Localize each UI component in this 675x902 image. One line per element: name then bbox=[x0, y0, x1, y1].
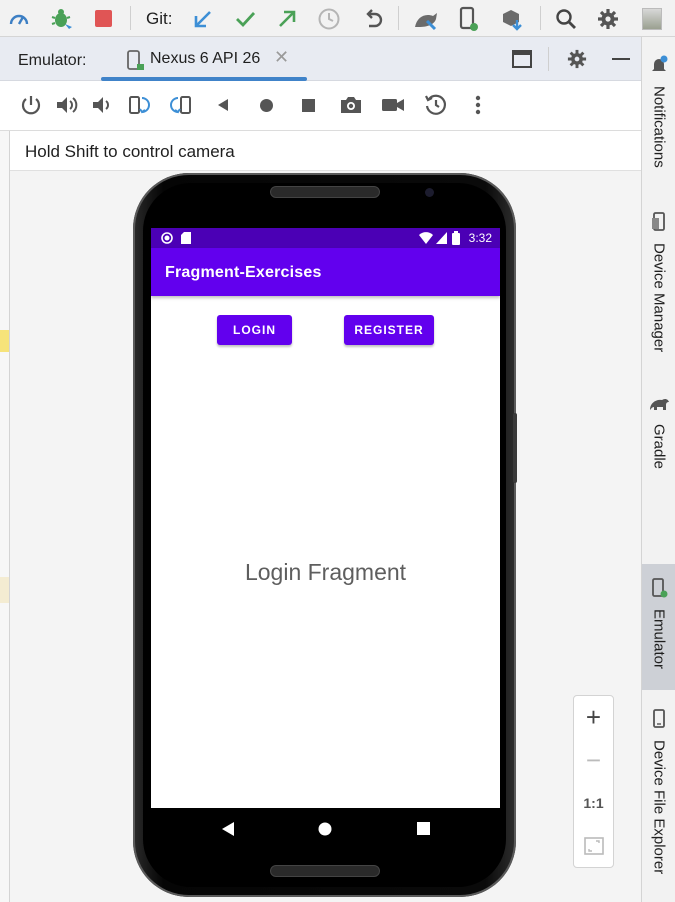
back-icon[interactable] bbox=[210, 92, 236, 118]
rotate-right-icon[interactable] bbox=[168, 92, 194, 118]
status-clock: 3:32 bbox=[468, 231, 492, 245]
power-icon[interactable] bbox=[18, 92, 44, 118]
hint-text: Hold Shift to control camera bbox=[25, 142, 235, 161]
device-screen[interactable]: 3:32 Fragment-Exercises LOGIN REGISTER L… bbox=[151, 228, 500, 808]
device-tab-label: Nexus 6 API 26 bbox=[150, 50, 261, 67]
window-mode-icon[interactable] bbox=[510, 37, 534, 81]
emulator-title: Emulator: bbox=[18, 52, 87, 69]
app-bar: Fragment-Exercises bbox=[151, 248, 500, 296]
nav-home-icon[interactable] bbox=[318, 822, 332, 841]
device-manager-icon[interactable] bbox=[412, 0, 442, 37]
device-manager-tab-label: Device Manager bbox=[650, 243, 668, 353]
left-panel-edge bbox=[0, 37, 10, 902]
sd-card-icon bbox=[181, 232, 191, 247]
git-push-icon[interactable] bbox=[274, 0, 300, 37]
stop-icon[interactable] bbox=[90, 0, 116, 37]
profiler-icon[interactable] bbox=[6, 0, 32, 37]
device-file-explorer-tab-label: Device File Explorer bbox=[650, 740, 668, 875]
battery-icon bbox=[452, 231, 460, 248]
login-button[interactable]: LOGIN bbox=[217, 315, 292, 345]
top-speaker bbox=[270, 186, 380, 198]
git-update-icon[interactable] bbox=[190, 0, 216, 37]
zoom-in-button[interactable]: + bbox=[574, 696, 613, 738]
emulator-tool-window-header: Emulator: Nexus 6 API 26 ✕ bbox=[0, 37, 641, 81]
emulator-tab-icon bbox=[650, 578, 668, 603]
side-button[interactable] bbox=[513, 413, 517, 483]
tool-window-settings-icon[interactable] bbox=[565, 37, 589, 81]
snapshot-icon[interactable] bbox=[423, 92, 449, 118]
emulator-tab[interactable]: Emulator bbox=[642, 578, 675, 669]
gradle-tab-label: Gradle bbox=[650, 424, 668, 470]
notifications-tab[interactable]: Notifications bbox=[642, 55, 675, 168]
device-manager-tab-icon bbox=[650, 212, 668, 237]
main-toolbar: Git: bbox=[0, 0, 675, 37]
register-button[interactable]: REGISTER bbox=[344, 315, 434, 345]
git-label: Git: bbox=[146, 9, 173, 28]
device-manager-tab[interactable]: Device Manager bbox=[642, 212, 675, 352]
avatar[interactable] bbox=[640, 0, 664, 37]
zoom-out-button[interactable]: − bbox=[574, 739, 613, 781]
nav-back-icon[interactable] bbox=[221, 821, 235, 842]
debug-icon[interactable] bbox=[48, 0, 76, 37]
notifications-tab-label: Notifications bbox=[650, 86, 668, 168]
git-history-icon[interactable] bbox=[316, 0, 342, 37]
more-icon[interactable] bbox=[465, 92, 491, 118]
close-tab-icon[interactable]: ✕ bbox=[274, 47, 289, 68]
sdk-manager-icon[interactable] bbox=[498, 0, 526, 37]
wifi-icon bbox=[419, 232, 433, 247]
gradle-tab[interactable]: Gradle bbox=[642, 395, 675, 469]
undo-icon[interactable] bbox=[360, 0, 386, 37]
status-bar: 3:32 bbox=[151, 228, 500, 248]
bottom-speaker bbox=[270, 865, 380, 877]
bell-icon bbox=[650, 55, 668, 80]
fragment-label: Login Fragment bbox=[244, 559, 407, 585]
right-tool-window-bar: Notifications Device Manager Gradle Emul… bbox=[641, 37, 675, 902]
app-title: Fragment-Exercises bbox=[165, 264, 322, 281]
rotate-left-icon[interactable] bbox=[126, 92, 152, 118]
gradle-elephant-icon bbox=[648, 395, 670, 418]
running-devices-icon[interactable] bbox=[454, 0, 482, 37]
settings-icon[interactable] bbox=[595, 0, 621, 37]
navigation-bar bbox=[151, 808, 500, 850]
device-icon bbox=[125, 50, 145, 77]
nav-overview-icon[interactable] bbox=[417, 822, 430, 840]
git-commit-icon[interactable] bbox=[232, 0, 258, 37]
minimize-icon[interactable] bbox=[609, 37, 633, 81]
home-icon[interactable] bbox=[253, 92, 279, 118]
front-camera bbox=[425, 188, 434, 197]
volume-up-icon[interactable] bbox=[54, 92, 80, 118]
actual-size-button[interactable]: 1:1 bbox=[574, 782, 613, 824]
volume-down-icon[interactable] bbox=[89, 92, 115, 118]
emulator-tab-label: Emulator bbox=[650, 609, 668, 670]
device-tab[interactable]: Nexus 6 API 26 ✕ bbox=[101, 37, 307, 81]
notification-circle-icon bbox=[161, 232, 173, 247]
screenshot-icon[interactable] bbox=[338, 92, 364, 118]
hint-bar: Hold Shift to control camera bbox=[10, 131, 641, 171]
record-icon[interactable] bbox=[380, 92, 406, 118]
device-file-explorer-tab[interactable]: Device File Explorer bbox=[642, 709, 675, 874]
overview-icon[interactable] bbox=[295, 92, 321, 118]
search-icon[interactable] bbox=[553, 0, 579, 37]
device-file-explorer-icon bbox=[651, 709, 667, 734]
emulator-controls bbox=[0, 81, 641, 131]
signal-icon bbox=[436, 232, 447, 247]
fit-screen-icon[interactable] bbox=[574, 825, 613, 867]
zoom-controls: + − 1:1 bbox=[573, 695, 614, 868]
